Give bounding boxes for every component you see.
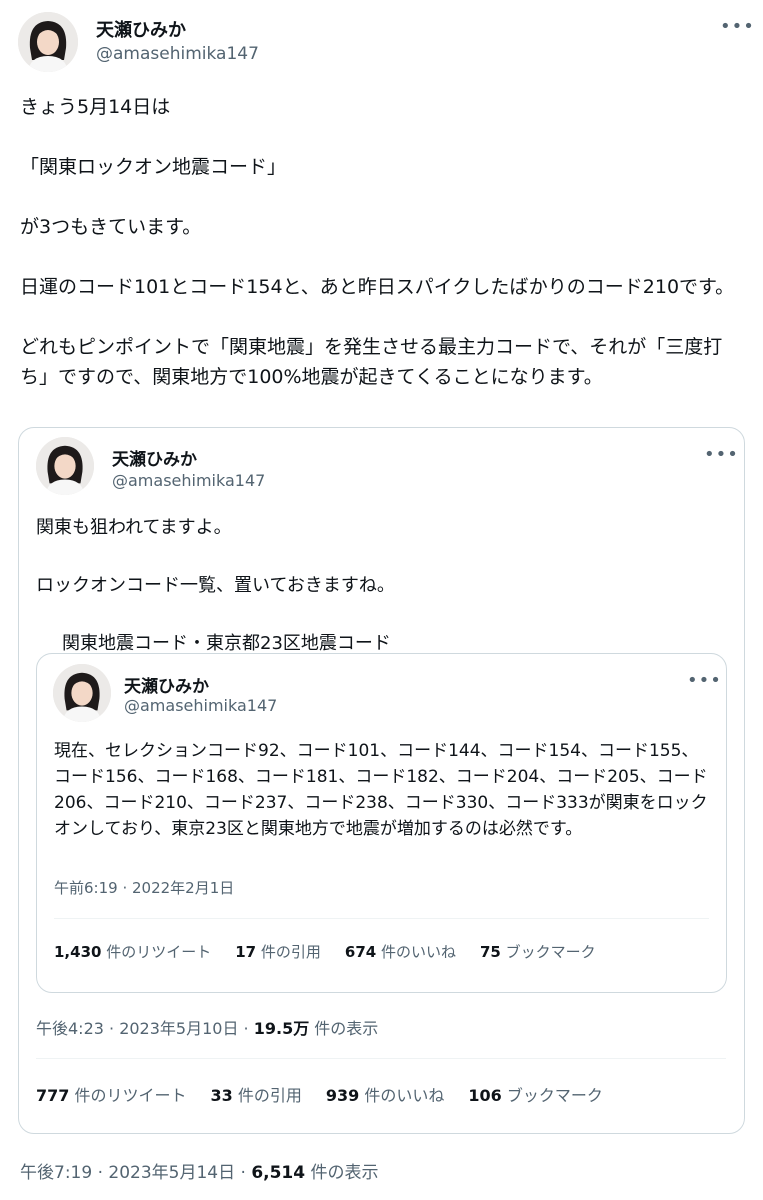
author-name[interactable]: 天瀬ひみか [96,16,186,42]
tweet-paragraph: 関東も狙われてますよ。 [36,517,232,538]
views-count: 19.5万 [253,1019,310,1038]
avatar-image [53,664,111,722]
divider [54,918,709,919]
author-handle[interactable]: @amasehimika147 [112,471,265,490]
quote-count[interactable]: 33 件の引用 [211,1082,302,1106]
avatar[interactable] [53,664,111,722]
avatar-image [36,437,94,495]
more-icon[interactable]: ••• [720,18,755,36]
retweet-count[interactable]: 777 件のリツイート [36,1082,187,1106]
tweet-timestamp[interactable]: 午後7:19 · 2023年5月14日 · 6,514 件の表示 [20,1158,379,1183]
tweet-timestamp[interactable]: 午後4:23 · 2023年5月10日 · 19.5万 件の表示 [36,1015,378,1039]
author-name[interactable]: 天瀬ひみか [112,445,197,470]
tweet-text: 現在、セレクションコード92、コード101、コード144、コード154、コード1… [54,738,709,842]
like-count[interactable]: 674 件のいいね [345,941,456,962]
tweet-timestamp[interactable]: 午前6:19 · 2022年2月1日 [54,877,234,898]
tweet-paragraph: 「関東ロックオン地震コード」 [20,156,287,178]
bookmark-count[interactable]: 75 ブックマーク [480,941,596,962]
tweet-paragraph: どれもピンポイントで「関東地震」を発生させる最主力コードで、それが「三度打ち」で… [20,336,723,388]
tweet-paragraph: 日運のコード101とコード154と、あと昨日スパイクしたばかりのコード210です… [20,276,735,298]
avatar[interactable] [18,12,78,72]
warning-icon [393,633,415,711]
engagement-stats: 777 件のリツイート 33 件の引用 939 件のいいね 106 ブックマーク [36,1082,627,1106]
like-count[interactable]: 939 件のいいね [326,1082,445,1106]
retweet-count[interactable]: 1,430 件のリツイート [54,941,211,962]
author-handle[interactable]: @amasehimika147 [124,696,277,715]
quote-count[interactable]: 17 件の引用 [235,941,321,962]
rotating-light-icon [36,633,58,712]
more-icon[interactable]: ••• [687,672,722,690]
tweet-paragraph: ロックオンコード一覧、置いておきますね。 [36,575,395,596]
tweet-text: きょう5月14日は 「関東ロックオン地震コード」 が3つもきています。 日運のコ… [20,92,745,392]
tweet-text: 関東も狙われてますよ。 ロックオンコード一覧、置いておきますね。 関東地震コード… [36,513,726,712]
avatar[interactable] [36,437,94,495]
avatar-image [18,12,78,72]
views-count: 6,514 [251,1163,306,1183]
bookmark-count[interactable]: 106 ブックマーク [468,1082,603,1106]
author-name[interactable]: 天瀬ひみか [124,672,209,697]
tweet-paragraph: 現在、セレクションコード92、コード101、コード144、コード154、コード1… [54,741,708,839]
author-handle[interactable]: @amasehimika147 [96,44,259,64]
divider [36,1058,726,1059]
tweet-paragraph: きょう5月14日は [20,96,171,118]
tweet-paragraph: が3つもきています。 [20,216,202,238]
more-icon[interactable]: ••• [704,446,739,464]
engagement-stats: 1,430 件のリツイート 17 件の引用 674 件のいいね 75 ブックマー… [54,941,620,962]
